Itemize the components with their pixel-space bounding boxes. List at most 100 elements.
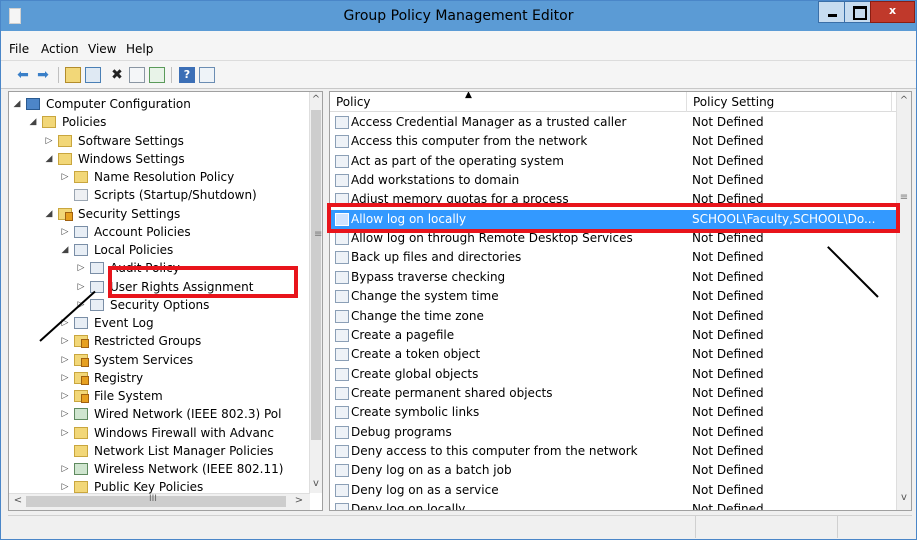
policy-row[interactable]: Act as part of the operating system Not D…: [330, 152, 896, 171]
expand-arrow-icon[interactable]: ▷: [44, 132, 54, 150]
tree-item[interactable]: ▷ Wired Network (IEEE 802.3) Pol: [9, 405, 307, 423]
tree-item[interactable]: ▷ Name Resolution Policy: [9, 168, 307, 186]
policy-row[interactable]: Deny log on as a batch job Not Defined: [330, 461, 896, 480]
console-tree[interactable]: ^ v ≡ < > III ◢ Computer Configuration ◢ Po…: [8, 91, 323, 511]
policy-setting-value: Not Defined: [692, 482, 764, 497]
expand-arrow-icon[interactable]: ▷: [60, 369, 70, 387]
policy-row[interactable]: Back up files and directories Not Defined: [330, 248, 896, 267]
show-hide-tree-icon[interactable]: [85, 67, 101, 83]
policy-name: Deny access to this computer from the ne…: [351, 443, 638, 458]
policy-row[interactable]: Deny log on locally Not Defined: [330, 500, 896, 510]
tree-item[interactable]: ◢ Policies: [9, 113, 307, 131]
delete-icon[interactable]: ✖: [109, 67, 125, 83]
policy-row[interactable]: Add workstations to domain Not Defined: [330, 171, 896, 190]
policy-row[interactable]: Debug programs Not Defined: [330, 423, 896, 442]
expand-arrow-icon[interactable]: ▷: [76, 259, 86, 277]
policy-row[interactable]: Create a token object Not Defined: [330, 345, 896, 364]
network-policy-icon: [74, 408, 88, 421]
expand-arrow-icon[interactable]: ▷: [60, 168, 70, 186]
policy-icon: [74, 225, 88, 238]
minimize-button[interactable]: [818, 1, 845, 23]
scroll-down-arrow-icon[interactable]: v: [309, 478, 322, 489]
menu-bar: File Action View Help: [1, 31, 916, 61]
policy-row[interactable]: Access this computer from the network Not…: [330, 132, 896, 151]
tree-item[interactable]: ▷Security Options: [9, 296, 307, 314]
column-divider[interactable]: [891, 92, 892, 112]
tree-item-label: Restricted Groups: [94, 334, 202, 349]
policy-row[interactable]: Create symbolic links Not Defined: [330, 403, 896, 422]
expand-arrow-icon[interactable]: ▷: [76, 278, 86, 296]
scroll-right-arrow-icon[interactable]: >: [292, 495, 306, 506]
tree-item[interactable]: Network List Manager Policies: [9, 442, 307, 460]
tree-item[interactable]: ▷ Registry: [9, 369, 307, 387]
expand-arrow-icon[interactable]: ▷: [60, 223, 70, 241]
policy-row[interactable]: Create a pagefile Not Defined: [330, 326, 896, 345]
expand-arrow-icon[interactable]: ▷: [60, 405, 70, 423]
up-folder-icon[interactable]: [65, 67, 81, 83]
column-header-policy-setting[interactable]: Policy Setting: [693, 95, 774, 109]
tree-item-label: System Services: [94, 352, 194, 367]
policy-item-icon: [335, 309, 349, 323]
policy-row[interactable]: Access Credential Manager as a trusted c…: [330, 113, 896, 132]
tree-item[interactable]: ◢ Security Settings: [9, 205, 307, 223]
column-header-policy[interactable]: Policy: [336, 95, 371, 109]
maximize-button[interactable]: [844, 1, 871, 23]
policy-row[interactable]: Deny log on as a service Not Defined: [330, 481, 896, 500]
tree-item[interactable]: ▷ Account Policies: [9, 223, 307, 241]
expand-arrow-icon[interactable]: ▷: [60, 460, 70, 478]
policy-row[interactable]: Change the system time Not Defined: [330, 287, 896, 306]
scroll-left-arrow-icon[interactable]: <: [11, 495, 25, 506]
tree-item[interactable]: ▷ Public Key Policies: [9, 478, 307, 496]
menu-view[interactable]: View: [88, 42, 116, 56]
title-bar[interactable]: Group Policy Management Editor x: [1, 1, 916, 31]
menu-help[interactable]: Help: [126, 42, 153, 56]
help-icon[interactable]: ?: [179, 67, 195, 83]
collapse-arrow-icon[interactable]: ◢: [28, 113, 38, 131]
properties-icon[interactable]: [129, 67, 145, 83]
policy-row[interactable]: Deny access to this computer from the ne…: [330, 442, 896, 461]
scroll-up-arrow-icon[interactable]: ^: [309, 94, 322, 105]
policy-row[interactable]: Create permanent shared objects Not Defin…: [330, 384, 896, 403]
expand-arrow-icon[interactable]: ▷: [60, 351, 70, 369]
policy-row[interactable]: Change the time zone Not Defined: [330, 307, 896, 326]
tree-item-label: File System: [94, 389, 163, 403]
tree-item[interactable]: ◢ Local Policies: [9, 241, 307, 259]
tree-item[interactable]: ▷ Restricted Groups: [9, 332, 307, 350]
expand-arrow-icon[interactable]: ▷: [60, 424, 70, 442]
list-vertical-scrollbar[interactable]: [896, 92, 911, 510]
console-tree-icon[interactable]: [199, 67, 215, 83]
scroll-down-arrow-icon[interactable]: v: [897, 492, 911, 503]
tree-item[interactable]: ▷ System Services: [9, 351, 307, 369]
collapse-arrow-icon[interactable]: ◢: [60, 241, 70, 259]
tree-item[interactable]: ▷ Windows Firewall with Advanc: [9, 424, 307, 442]
tree-item[interactable]: Scripts (Startup/Shutdown): [9, 186, 307, 204]
policy-name: Bypass traverse checking: [351, 269, 506, 284]
export-list-icon[interactable]: [149, 67, 165, 83]
tree-vertical-scroll-thumb[interactable]: [311, 110, 321, 440]
policy-row[interactable]: Create global objects Not Defined: [330, 365, 896, 384]
tree-item[interactable]: ◢ Windows Settings: [9, 150, 307, 168]
tree-item-label: Local Policies: [94, 243, 174, 257]
toolbar-separator: [58, 67, 59, 83]
forward-arrow-icon[interactable]: ➡: [35, 67, 51, 83]
tree-item[interactable]: ▷ Software Settings: [9, 132, 307, 150]
menu-action[interactable]: Action: [41, 42, 79, 56]
column-divider[interactable]: [686, 92, 687, 112]
expand-arrow-icon[interactable]: ▷: [60, 332, 70, 350]
collapse-arrow-icon[interactable]: ◢: [44, 205, 54, 223]
tree-item[interactable]: ▷ File System: [9, 387, 307, 405]
policy-item-icon: [335, 483, 349, 497]
policy-list[interactable]: Policy ▲ Policy Setting ^ ≡ v Access Cre…: [329, 91, 912, 511]
menu-file[interactable]: File: [9, 42, 29, 56]
tree-item[interactable]: ◢ Computer Configuration: [9, 95, 307, 113]
close-button[interactable]: x: [870, 1, 915, 23]
collapse-arrow-icon[interactable]: ◢: [44, 150, 54, 168]
back-arrow-icon[interactable]: ⬅: [15, 67, 31, 83]
collapse-arrow-icon[interactable]: ◢: [12, 95, 22, 113]
tree-item[interactable]: ▷ Wireless Network (IEEE 802.11): [9, 460, 307, 478]
expand-arrow-icon[interactable]: ▷: [60, 478, 70, 496]
policy-name: Add workstations to domain: [351, 173, 520, 188]
scroll-up-arrow-icon[interactable]: ^: [897, 95, 911, 106]
policy-row[interactable]: Bypass traverse checking Not Defined: [330, 268, 896, 287]
expand-arrow-icon[interactable]: ▷: [60, 387, 70, 405]
